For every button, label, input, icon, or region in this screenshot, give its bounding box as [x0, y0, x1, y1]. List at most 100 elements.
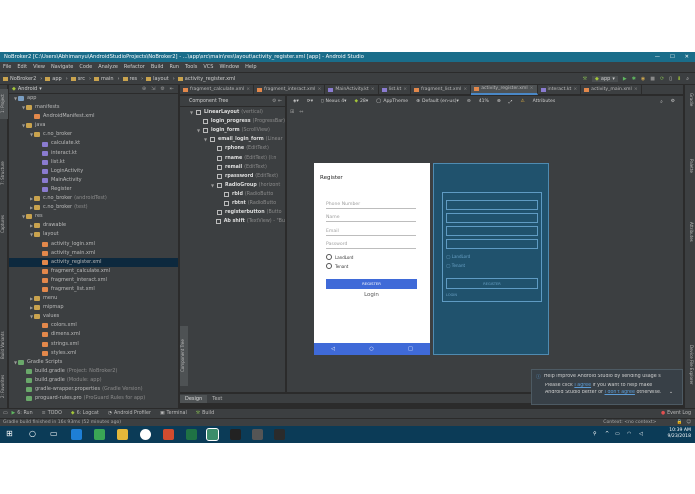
- component-tree-node[interactable]: ▼ RadioGroup (horizont: [180, 181, 285, 190]
- wifi-icon[interactable]: ◠: [627, 431, 631, 437]
- run-icon[interactable]: ▶: [623, 76, 627, 82]
- menu-navigate[interactable]: Navigate: [51, 64, 73, 70]
- tree-item[interactable]: ▼ res: [9, 212, 178, 221]
- close-icon[interactable]: ×: [317, 87, 321, 92]
- theme-select[interactable]: ◯ AppTheme: [376, 99, 408, 104]
- tree-item[interactable]: strings.xml: [9, 340, 178, 349]
- avd-manager-icon[interactable]: ▯: [669, 76, 672, 82]
- sync-scroll-icon[interactable]: ⊕: [142, 86, 146, 92]
- device-file-explorer-tool-tab[interactable]: Device File Explorer: [686, 335, 694, 395]
- close-icon[interactable]: ×: [371, 87, 375, 92]
- stop-icon[interactable]: ■: [650, 76, 655, 82]
- collapse-all-icon[interactable]: ⇲: [151, 86, 155, 92]
- agree-link[interactable]: I agree: [574, 383, 591, 388]
- tree-item[interactable]: ▼ layout: [9, 230, 178, 239]
- close-icon[interactable]: ✕: [685, 54, 689, 60]
- editor-tab[interactable]: activity_register.xml ×: [471, 84, 538, 95]
- breadcrumb-item[interactable]: res: [122, 76, 137, 82]
- tree-item[interactable]: ▼ manifests: [9, 103, 178, 112]
- menu-edit[interactable]: Edit: [17, 64, 27, 70]
- editor-tab[interactable]: fragment_calculate.xml ×: [180, 84, 255, 95]
- settings-gear-icon[interactable]: ⚙: [160, 86, 164, 92]
- menu-code[interactable]: Code: [79, 64, 92, 70]
- preview-register-button[interactable]: REGISTER: [326, 279, 417, 289]
- menu-file[interactable]: File: [3, 64, 11, 70]
- battery-icon[interactable]: ▭: [615, 431, 620, 437]
- menu-view[interactable]: View: [33, 64, 45, 70]
- preview-login-text[interactable]: Login: [326, 292, 417, 298]
- hammer-icon[interactable]: ⚒: [583, 76, 587, 82]
- close-icon[interactable]: ×: [530, 86, 534, 91]
- tree-item[interactable]: fragment_calculate.xml: [9, 267, 178, 276]
- tree-item[interactable]: activity_login.xml: [9, 240, 178, 249]
- people-icon[interactable]: ⚲: [593, 431, 597, 437]
- zoom-in-icon[interactable]: ⊕: [497, 99, 501, 104]
- menu-run[interactable]: Run: [169, 64, 179, 70]
- blueprint-preview[interactable]: ◯ LandLord ◯ Tenant REGISTER LOGIN: [433, 163, 549, 355]
- close-icon[interactable]: ×: [463, 87, 467, 92]
- breadcrumb-item[interactable]: app: [45, 76, 62, 82]
- tree-item[interactable]: fragment_list.xml: [9, 285, 178, 294]
- tree-item[interactable]: calculate.kt: [9, 139, 178, 148]
- preview-password-field[interactable]: Password: [326, 242, 416, 249]
- design-surface-icon[interactable]: ◈▾: [293, 99, 299, 104]
- component-tree-node[interactable]: rphone (EditText): [180, 144, 285, 153]
- project-tool-tab[interactable]: 1: Project: [0, 89, 8, 119]
- file-explorer-icon[interactable]: [117, 429, 128, 440]
- breadcrumb-item[interactable]: main: [94, 76, 114, 82]
- component-tree-node[interactable]: ▼ LinearLayout (vertical): [180, 108, 285, 117]
- sync-icon[interactable]: ⟳: [660, 76, 664, 82]
- volume-icon[interactable]: ◁: [639, 431, 643, 437]
- component-tree-node[interactable]: rname (EditText) (l:n: [180, 153, 285, 162]
- tree-item[interactable]: proguard-rules.pro (ProGuard Rules for ap…: [9, 394, 178, 403]
- profile-icon[interactable]: ◉: [641, 76, 645, 82]
- tool-build[interactable]: ⚒ Build: [196, 411, 214, 416]
- editor-tab[interactable]: list.kt ×: [379, 84, 412, 95]
- tree-item[interactable]: activity_main.xml: [9, 249, 178, 258]
- zoom-fit-icon[interactable]: ⤢: [509, 99, 513, 105]
- editor-tab[interactable]: fragment_list.xml ×: [411, 84, 472, 95]
- taskbar-clock[interactable]: 10:39 AM 9/23/2018: [667, 428, 691, 440]
- tree-item[interactable]: colors.xml: [9, 321, 178, 330]
- breadcrumb-item[interactable]: src: [70, 76, 85, 82]
- build-variants-tool-tab[interactable]: Build Variants: [0, 325, 8, 365]
- tool-terminal[interactable]: ▣ Terminal: [160, 411, 187, 416]
- menu-window[interactable]: Window: [219, 64, 239, 70]
- menu-refactor[interactable]: Refactor: [124, 64, 145, 70]
- android-studio-icon[interactable]: [206, 428, 219, 441]
- app-icon[interactable]: [230, 429, 241, 440]
- preview-radio-landlord[interactable]: LandLord: [326, 254, 353, 260]
- pan-icon[interactable]: ⊞: [290, 109, 294, 115]
- preview-radio-tenant[interactable]: Tenant: [326, 263, 348, 269]
- tree-item[interactable]: AndroidManifest.xml: [9, 112, 178, 121]
- preview-email-field[interactable]: Email: [326, 229, 416, 236]
- favorites-tool-tab[interactable]: 2: Favorites: [0, 370, 8, 402]
- lock-icon[interactable]: 🔒: [676, 420, 682, 425]
- component-tree-node[interactable]: login_progress (ProgressBar): [180, 117, 285, 126]
- breadcrumb-item[interactable]: NoBroker2: [3, 76, 36, 82]
- tree-item[interactable]: Register: [9, 185, 178, 194]
- chrome-icon[interactable]: [140, 429, 151, 440]
- device-select[interactable]: ▯ Nexus 4 ▾: [321, 99, 346, 104]
- menu-build[interactable]: Build: [151, 64, 164, 70]
- preview-phone-field[interactable]: Phone Number: [326, 202, 416, 209]
- tool-run[interactable]: ▶ 6: Run: [12, 411, 33, 416]
- editor-tab[interactable]: interact.kt ×: [538, 84, 582, 95]
- gradle-tool-tab[interactable]: Gradle: [686, 89, 694, 111]
- menu-analyze[interactable]: Analyze: [98, 64, 118, 70]
- tree-item[interactable]: fragment_interact.xml: [9, 276, 178, 285]
- tool-profiler[interactable]: ◔ Android Profiler: [108, 411, 151, 416]
- orientation-icon[interactable]: ⟳▾: [307, 99, 313, 104]
- captures-tool-tab[interactable]: Captures: [0, 210, 8, 238]
- breadcrumb-item[interactable]: activity_register.xml: [177, 76, 235, 82]
- component-tree-node[interactable]: rpassword (EditText): [180, 172, 285, 181]
- locale-select[interactable]: ⊕ Default (en-us) ▾: [416, 99, 459, 104]
- chevron-up-icon[interactable]: ^: [605, 431, 609, 437]
- attribute-search-icon[interactable]: ⌕: [660, 99, 663, 105]
- design-canvas[interactable]: ⊞ ⇔ Register Phone Number Name Email Pas…: [287, 107, 683, 392]
- tab-design[interactable]: Design: [180, 394, 208, 403]
- close-icon[interactable]: ×: [634, 87, 638, 92]
- tree-item[interactable]: LoginActivity: [9, 167, 178, 176]
- hide-panel-icon[interactable]: ⇤: [278, 99, 282, 104]
- tool-todo[interactable]: ≡ TODO: [42, 411, 62, 416]
